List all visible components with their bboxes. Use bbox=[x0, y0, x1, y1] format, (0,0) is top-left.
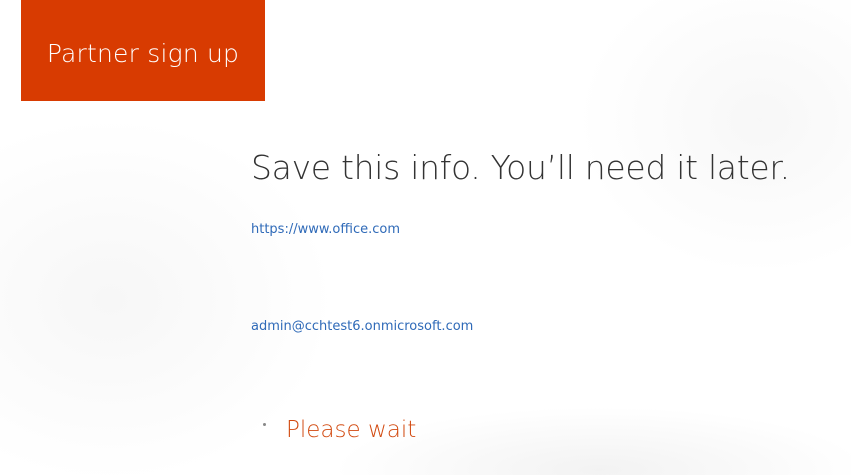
header-title: Partner sign up bbox=[46, 39, 240, 68]
loading-spinner-icon bbox=[263, 422, 266, 426]
status-text: Please wait bbox=[286, 417, 417, 443]
main-content: Save this info. You’ll need it later. ht… bbox=[251, 146, 841, 443]
partner-signup-page: Partner sign up Save this info. You’ll n… bbox=[0, 0, 851, 475]
signin-url-link[interactable]: https://www.office.com bbox=[251, 222, 400, 237]
admin-account-link[interactable]: admin@cchtest6.onmicrosoft.com bbox=[251, 319, 473, 334]
page-heading: Save this info. You’ll need it later. bbox=[251, 148, 790, 187]
status-indicator: Please wait bbox=[263, 415, 416, 445]
header-title-tile: Partner sign up bbox=[21, 0, 265, 101]
